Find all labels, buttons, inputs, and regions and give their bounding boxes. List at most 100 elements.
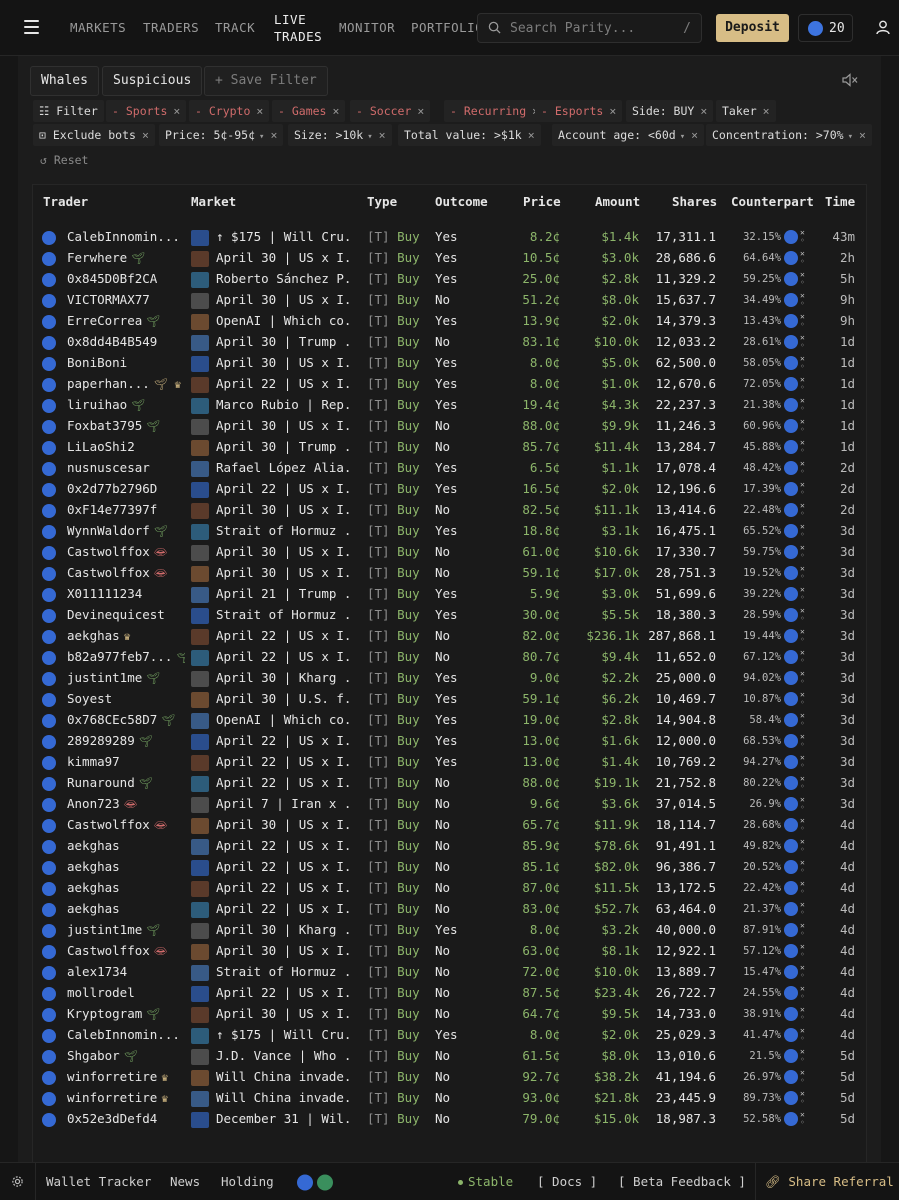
menu-icon[interactable]: [24, 20, 39, 34]
table-row[interactable]: aekghas♛ April 22 | US x I... [T] Buy No 82.…: [33, 626, 866, 647]
market-title[interactable]: Strait of Hormuz ...: [216, 523, 350, 538]
trader-name[interactable]: CalebInnomin...: [67, 1027, 185, 1042]
counterpart-avatar[interactable]: [784, 818, 798, 832]
counterpart-avatar[interactable]: [784, 272, 798, 286]
market-title[interactable]: Strait of Hormuz ...: [216, 607, 350, 622]
market-title[interactable]: April 22 | US x I...: [216, 481, 350, 496]
counterpart-avatar[interactable]: [784, 1007, 798, 1021]
table-row[interactable]: justint1me🌱︎ April 30 | Kharg ... [T] Buy Y…: [33, 920, 866, 941]
counterpart-avatar[interactable]: [784, 251, 798, 265]
market-title[interactable]: April 22 | US x I...: [216, 733, 350, 748]
filter-button[interactable]: ☷ Filter: [33, 100, 104, 122]
market-title[interactable]: April 30 | Kharg ...: [216, 922, 350, 937]
counterpart-avatar[interactable]: [784, 545, 798, 559]
trader-name[interactable]: Castwolffox 👄︎: [67, 817, 185, 832]
market-title[interactable]: Marco Rubio | Rep...: [216, 397, 350, 412]
table-row[interactable]: VICTORMAX77 April 30 | US x I... [T] Buy No…: [33, 290, 866, 311]
counterpart-avatar[interactable]: [784, 776, 798, 790]
table-row[interactable]: 0x8dd4B4B549 April 30 | Trump ... [T] Buy N…: [33, 332, 866, 353]
filter-chip-side[interactable]: Side: BUY ×: [626, 100, 714, 122]
col-outcome[interactable]: Outcome: [435, 194, 488, 209]
remove-taker-icon[interactable]: ×: [763, 104, 770, 118]
market-title[interactable]: December 31 | Wil...: [216, 1111, 350, 1126]
counterpart-avatar[interactable]: [784, 1028, 798, 1042]
table-row[interactable]: 0x768CEc58D7🌱︎ OpenAI | Which co... [T] Bu…: [33, 710, 866, 731]
market-title[interactable]: April 22 | US x I...: [216, 838, 350, 853]
market-title[interactable]: Will China invade...: [216, 1090, 350, 1105]
market-title[interactable]: ↑ $175 | Will Cru...: [216, 1027, 350, 1042]
table-row[interactable]: justint1me🌱︎ April 30 | Kharg ... [T] Buy Y…: [33, 668, 866, 689]
filter-chip-sports[interactable]: - Sports ×: [106, 100, 187, 122]
trader-name[interactable]: Runaround 🌱︎: [67, 775, 185, 790]
counterpart-avatar[interactable]: [784, 587, 798, 601]
table-row[interactable]: Shgabor🌱︎ J.D. Vance | Who ... [T] Buy No 61…: [33, 1046, 866, 1067]
counterpart-avatar[interactable]: [784, 503, 798, 517]
trader-name[interactable]: 0x2d77b2796D: [67, 481, 185, 496]
trader-name[interactable]: alex1734: [67, 964, 185, 979]
remove-sports-icon[interactable]: ×: [173, 104, 180, 118]
trader-name[interactable]: aekghas: [67, 838, 185, 853]
trader-name[interactable]: 0x8dd4B4B549: [67, 334, 185, 349]
table-row[interactable]: Soyest April 30 | U.S. f... [T] Buy Yes 59.1…: [33, 689, 866, 710]
col-trader[interactable]: Trader: [43, 194, 88, 209]
nav-monitor[interactable]: MONITOR: [339, 20, 395, 35]
trader-name[interactable]: Shgabor 🌱︎: [67, 1048, 185, 1063]
counterpart-avatar[interactable]: [784, 461, 798, 475]
remove-concentration-icon[interactable]: ×: [859, 128, 866, 142]
trader-name[interactable]: aekghas: [67, 880, 185, 895]
beta-feedback-link[interactable]: [ Beta Feedback ]: [618, 1174, 746, 1189]
counterpart-avatar[interactable]: [784, 986, 798, 1000]
counterpart-avatar[interactable]: [784, 1091, 798, 1105]
table-row[interactable]: Castwolffox👄︎ April 30 | US x I... [T] Buy…: [33, 941, 866, 962]
filter-chip-size[interactable]: Size: >10k ▾ ×: [288, 124, 392, 146]
counterpart-avatar[interactable]: [784, 881, 798, 895]
table-row[interactable]: alex1734 Strait of Hormuz ... [T] Buy No 72.…: [33, 962, 866, 983]
remove-crypto-icon[interactable]: ×: [256, 104, 263, 118]
market-title[interactable]: April 21 | Trump ...: [216, 586, 350, 601]
trader-name[interactable]: 289289289 🌱︎: [67, 733, 185, 748]
table-row[interactable]: CalebInnomin... ↑ $175 | Will Cru... [T] B…: [33, 1025, 866, 1046]
market-title[interactable]: April 30 | US x I...: [216, 292, 350, 307]
market-title[interactable]: April 30 | US x I...: [216, 565, 350, 580]
remove-price-icon[interactable]: ×: [270, 128, 277, 142]
table-row[interactable]: winforretire♛ Will China invade... [T] Buy…: [33, 1088, 866, 1109]
deposit-button[interactable]: Deposit: [716, 14, 789, 42]
col-market[interactable]: Market: [191, 194, 236, 209]
filter-chip-esports[interactable]: - Esports ×: [535, 100, 623, 122]
trader-name[interactable]: winforretire ♛: [67, 1090, 185, 1105]
trader-name[interactable]: Kryptogram 🌱︎: [67, 1006, 185, 1021]
remove-games-icon[interactable]: ×: [332, 104, 339, 118]
trader-name[interactable]: winforretire ♛: [67, 1069, 185, 1084]
share-referral-button[interactable]: 🔗︎ Share Referral: [765, 1174, 894, 1190]
market-title[interactable]: April 30 | US x I...: [216, 817, 350, 832]
market-title[interactable]: April 22 | US x I...: [216, 859, 350, 874]
table-row[interactable]: 0x845D0Bf2CA Roberto Sánchez P... [T] Buy Y…: [33, 269, 866, 290]
remove-total-value-icon[interactable]: ×: [528, 128, 535, 142]
counterpart-avatar[interactable]: [784, 419, 798, 433]
counterpart-avatar[interactable]: [784, 335, 798, 349]
counterpart-avatar[interactable]: [784, 482, 798, 496]
counterpart-avatar[interactable]: [784, 398, 798, 412]
trader-name[interactable]: justint1me 🌱︎: [67, 922, 185, 937]
market-title[interactable]: OpenAI | Which co...: [216, 712, 350, 727]
col-counterpart[interactable]: Counterpart: [731, 194, 814, 209]
table-row[interactable]: Foxbat3795🌱︎ April 30 | US x I... [T] Buy N…: [33, 416, 866, 437]
remove-soccer-icon[interactable]: ×: [417, 104, 424, 118]
counterpart-avatar[interactable]: [784, 230, 798, 244]
trader-name[interactable]: aekghas: [67, 859, 185, 874]
table-row[interactable]: 289289289🌱︎ April 22 | US x I... [T] Buy Ye…: [33, 731, 866, 752]
trader-name[interactable]: Soyest: [67, 691, 185, 706]
filter-chip-crypto[interactable]: - Crypto ×: [189, 100, 270, 122]
market-title[interactable]: OpenAI | Which co...: [216, 313, 350, 328]
market-title[interactable]: April 30 | US x I...: [216, 250, 350, 265]
table-row[interactable]: aekghas April 22 | US x I... [T] Buy No 87.0…: [33, 878, 866, 899]
user-icon[interactable]: [876, 20, 890, 35]
counterpart-avatar[interactable]: [784, 440, 798, 454]
trader-name[interactable]: Castwolffox 👄︎: [67, 544, 185, 559]
filter-chip-games[interactable]: - Games ×: [272, 100, 346, 122]
docs-link[interactable]: [ Docs ]: [537, 1174, 597, 1189]
trader-name[interactable]: 0x768CEc58D7 🌱︎: [67, 712, 185, 727]
table-row[interactable]: b82a977feb7...🌱︎ April 22 | US x I... [T] …: [33, 647, 866, 668]
market-title[interactable]: April 30 | Trump ...: [216, 439, 350, 454]
market-title[interactable]: April 22 | US x I...: [216, 985, 350, 1000]
